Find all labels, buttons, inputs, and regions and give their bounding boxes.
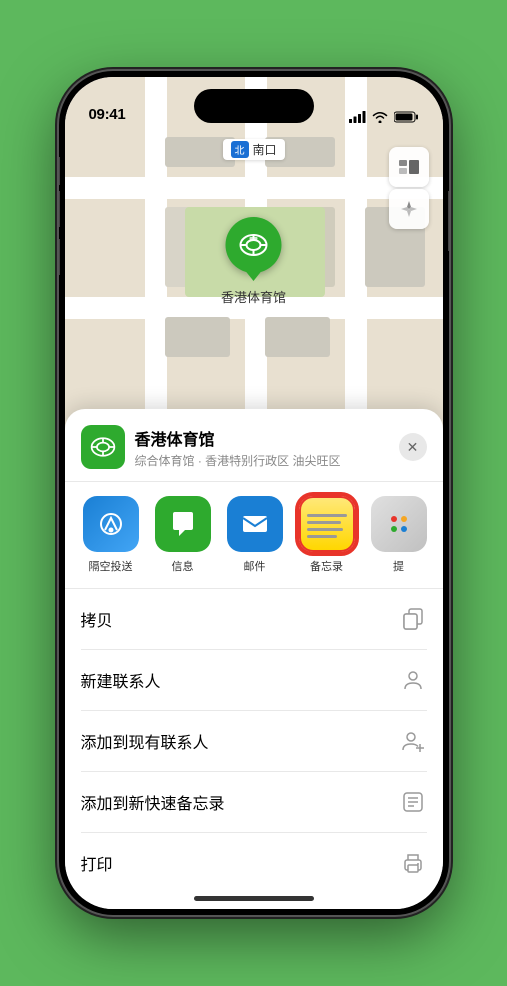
status-icons [349,111,419,123]
action-add-notes[interactable]: 添加到新快速备忘录 [81,772,427,833]
stadium-pin[interactable]: 香港体育馆 [221,217,286,306]
compass-icon [400,200,418,218]
notes-icon [299,496,355,552]
home-indicator [194,896,314,901]
action-copy[interactable]: 拷贝 [81,589,427,650]
message-icon [155,496,211,552]
location-icon [81,425,125,469]
more-dots [391,516,407,532]
airdrop-icon [83,496,139,552]
mail-svg [239,508,271,540]
action-print[interactable]: 打印 [81,833,427,893]
person-add-icon [399,727,427,755]
action-copy-label: 拷贝 [81,607,113,631]
battery-icon [394,111,419,123]
mail-label: 邮件 [244,558,266,574]
notes-label: 备忘录 [310,558,343,574]
airdrop-svg [95,508,127,540]
notes-line [307,528,343,531]
more-dot-orange [401,516,407,522]
location-info: 香港体育馆 综合体育馆 · 香港特别行政区 油尖旺区 [135,426,399,469]
note-icon [399,788,427,816]
silent-switch[interactable] [59,157,60,185]
map-type-button[interactable] [389,147,429,187]
action-add-notes-label: 添加到新快速备忘录 [81,790,225,814]
location-desc: 综合体育馆 · 香港特别行政区 油尖旺区 [135,452,399,469]
message-label: 信息 [172,558,194,574]
more-dot-red [391,516,397,522]
copy-icon [399,605,427,633]
mail-icon [227,496,283,552]
share-row: 隔空投送 信息 [65,482,443,589]
stadium-icon [237,229,269,261]
action-list: 拷贝 新建联系人 [65,589,443,893]
notes-line [307,514,347,517]
location-button[interactable] [389,189,429,229]
share-item-message[interactable]: 信息 [147,496,219,574]
phone-screen: 09:41 [65,77,443,909]
printer-icon [399,849,427,877]
pin-icon [225,217,281,273]
pin-label: 香港体育馆 [221,287,286,306]
more-label: 提 [393,558,404,574]
notes-lines [301,506,353,542]
power-button[interactable] [448,191,449,251]
share-item-mail[interactable]: 邮件 [219,496,291,574]
more-dot-blue [401,526,407,532]
map-location-label: 北 南口 [222,139,284,160]
signal-icon [349,111,366,123]
airdrop-label: 隔空投送 [89,558,133,574]
action-new-contact[interactable]: 新建联系人 [81,650,427,711]
map-controls [389,147,429,229]
wifi-icon [372,111,388,123]
action-new-contact-label: 新建联系人 [81,668,161,692]
map-icon [398,156,420,178]
phone-frame: 09:41 [59,71,449,915]
location-card: 香港体育馆 综合体育馆 · 香港特别行政区 油尖旺区 ✕ [65,409,443,482]
volume-up-button[interactable] [59,191,60,227]
action-add-existing[interactable]: 添加到现有联系人 [81,711,427,772]
close-button[interactable]: ✕ [399,433,427,461]
more-dot-green [391,526,397,532]
share-item-notes[interactable]: 备忘录 [291,496,363,574]
bottom-sheet: 香港体育馆 综合体育馆 · 香港特别行政区 油尖旺区 ✕ 隔 [65,409,443,909]
dynamic-island [194,89,314,123]
notes-line [307,535,337,538]
action-print-label: 打印 [81,851,113,875]
more-apps-icon [371,496,427,552]
status-time: 09:41 [89,106,126,123]
share-item-more[interactable]: 提 [363,496,435,574]
map-building [265,317,330,357]
share-item-airdrop[interactable]: 隔空投送 [75,496,147,574]
action-add-existing-label: 添加到现有联系人 [81,729,209,753]
location-name: 香港体育馆 [135,426,399,450]
volume-down-button[interactable] [59,239,60,275]
person-icon [399,666,427,694]
notes-line [307,521,341,524]
map-building [165,317,230,357]
venue-icon [89,433,117,461]
message-svg [167,508,199,540]
map-label-badge: 北 [230,141,248,158]
